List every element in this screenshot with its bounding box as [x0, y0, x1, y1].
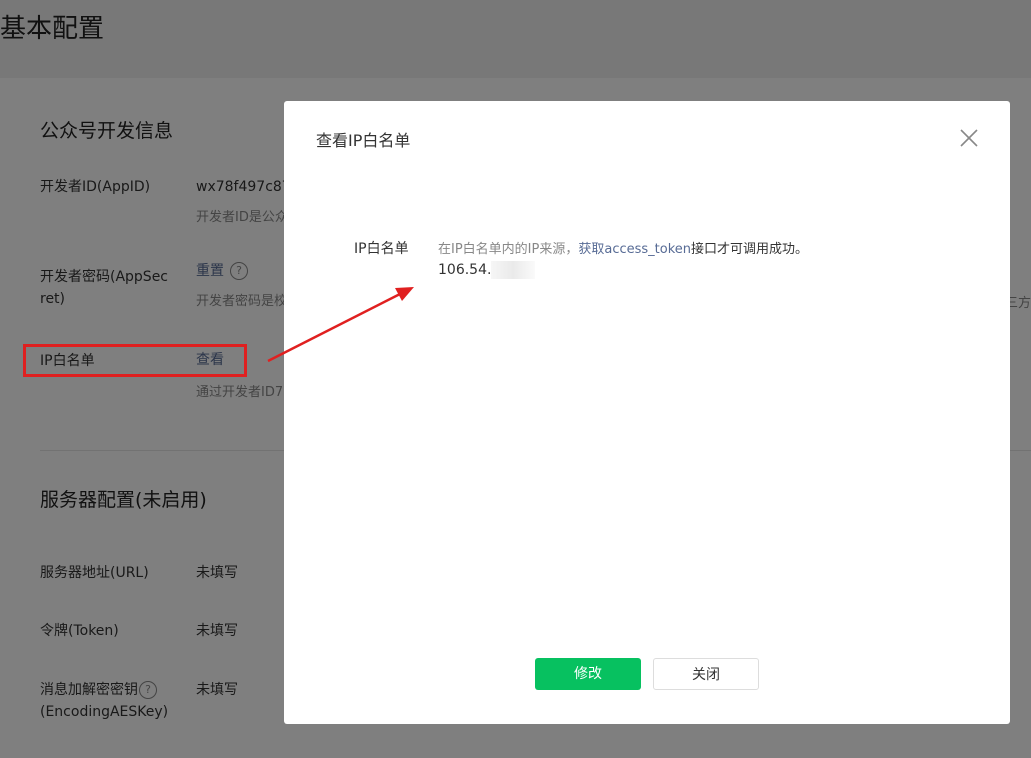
- ip-value: 106.54.: [438, 262, 492, 278]
- ip-entry: 106.54.: [438, 261, 536, 279]
- dialog-ip-label: IP白名单: [354, 241, 409, 257]
- ip-whitelist-dialog: 查看IP白名单 IP白名单 在IP白名单内的IP来源，获取access_toke…: [284, 101, 1010, 724]
- close-icon[interactable]: [958, 127, 980, 149]
- dialog-title: 查看IP白名单: [316, 131, 411, 150]
- dialog-ip-desc: 在IP白名单内的IP来源，获取access_token接口才可调用成功。: [438, 238, 808, 257]
- ip-redaction: [491, 261, 536, 279]
- desc-prefix: 在IP白名单内的IP来源，: [438, 242, 579, 257]
- modify-button[interactable]: 修改: [535, 658, 641, 690]
- close-button[interactable]: 关闭: [653, 658, 759, 690]
- desc-suffix: 接口才可调用成功。: [691, 242, 809, 257]
- access-token-link[interactable]: 获取access_token: [578, 242, 691, 257]
- annotation-highlight-box: [23, 344, 247, 377]
